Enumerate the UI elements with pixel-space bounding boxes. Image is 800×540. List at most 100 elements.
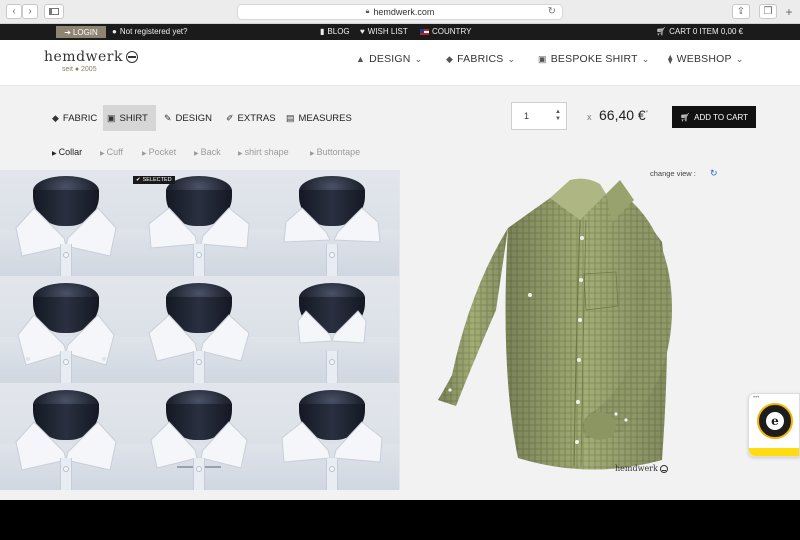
configurator: ◆ FABRIC ▣ SHIRT ✎ DESIGN ✐ EXTRAS ▤ MEA… — [0, 86, 800, 500]
tab-extras-label: EXTRAS — [237, 112, 276, 124]
chevron-down-icon: ⌄ — [641, 53, 650, 64]
preview-brand-text: hemdwerk — [615, 464, 658, 473]
price-value: 66,40 € — [599, 107, 646, 123]
screen-border — [0, 500, 800, 540]
register-link[interactable]: ● Not registered yet? — [112, 27, 187, 36]
trusted-seal-icon: e — [757, 403, 793, 439]
caret-right-icon: ▶ — [194, 151, 199, 157]
caret-right-icon: ▶ — [100, 151, 105, 157]
selected-badge-label: SELECTED — [142, 177, 172, 183]
country-select[interactable]: COUNTRY — [420, 27, 471, 36]
collar-option[interactable] — [266, 277, 399, 383]
blog-label: BLOG — [327, 27, 350, 36]
login-button[interactable]: ➔ LOGIN — [56, 26, 106, 38]
tab-design[interactable]: ✎ DESIGN — [160, 105, 216, 131]
login-label: LOGIN — [72, 27, 98, 37]
nav-design[interactable]: ▲ DESIGN ⌄ — [356, 53, 422, 65]
tab-measures[interactable]: ▤ MEASURES — [282, 105, 356, 131]
quantity-value: 1 — [524, 111, 530, 121]
collar-option[interactable] — [0, 384, 133, 490]
tie-icon: ⧫ — [668, 53, 673, 64]
tab-measures-label: MEASURES — [298, 112, 352, 124]
pin-icon: ✐ — [226, 112, 234, 123]
rotate-view-icon[interactable]: ↻ — [710, 168, 718, 179]
tab-extras[interactable]: ✐ EXTRAS — [222, 105, 280, 131]
reload-icon[interactable]: ↻ — [548, 6, 556, 17]
logo-text: hemdwerk — [44, 49, 123, 65]
trusted-stripe — [749, 448, 799, 456]
sub-option-label: Back — [200, 147, 221, 157]
change-view-label: change view : — [650, 169, 696, 178]
shirt-icon: ▣ — [107, 112, 116, 123]
sub-option-back[interactable]: ▶ Back — [194, 147, 221, 157]
shirt-3d-image — [438, 178, 672, 470]
collar-option[interactable] — [0, 170, 133, 276]
plus-icon: + — [785, 4, 793, 19]
sidebar-button[interactable] — [44, 4, 64, 19]
chevron-left-icon: ‹ — [12, 5, 16, 17]
cart-link[interactable]: 🛒︎ CART 0 ITEM 0,00 € — [656, 27, 743, 36]
share-button[interactable]: ⇪ — [732, 4, 750, 19]
hat-icon: ▲ — [356, 54, 366, 64]
sidebar-icon — [49, 8, 59, 15]
sub-option-collar[interactable]: ▶ Collar — [52, 147, 82, 157]
tab-design-label: DESIGN — [175, 112, 212, 124]
shirt-preview[interactable] — [400, 170, 800, 490]
design-icon: ✎ — [164, 112, 172, 123]
sub-option-pocket[interactable]: ▶ Pocket — [142, 147, 176, 157]
sub-option-buttontape[interactable]: ▶ Buttontape — [310, 147, 360, 157]
tabs-button[interactable]: ❐ — [759, 4, 777, 19]
sub-option-label: Buttontape — [316, 147, 361, 157]
chevron-down-icon: ⌄ — [507, 53, 516, 64]
logo-mark-icon — [125, 51, 138, 63]
tab-fabric[interactable]: ◆ FABRIC — [48, 105, 101, 131]
blog-link[interactable]: ▮ BLOG — [320, 27, 350, 36]
nav-bespoke-shirt[interactable]: ▣ BESPOKE SHIRT ⌄ — [538, 53, 649, 65]
back-button[interactable]: ‹ — [6, 4, 22, 19]
sub-option-cuff[interactable]: ▶ Cuff — [100, 147, 123, 157]
logo[interactable]: hemdwerk seit ● 2005 — [44, 49, 138, 73]
collar-option[interactable] — [266, 384, 399, 490]
site-header: hemdwerk seit ● 2005 ▲ DESIGN ⌄ ◆ FABRIC… — [0, 40, 800, 86]
nav-design-label: DESIGN — [369, 53, 411, 65]
new-tab-button[interactable]: + — [782, 4, 796, 19]
cart-label: CART 0 ITEM 0,00 € — [669, 27, 744, 36]
forward-button[interactable]: › — [22, 4, 38, 19]
chevron-down-icon: ⌄ — [414, 53, 423, 64]
nav-webshop-label: WEBSHOP — [676, 53, 732, 65]
caret-right-icon: ▶ — [52, 151, 57, 157]
add-to-cart-label: ADD TO CART — [694, 112, 748, 122]
wishlist-label: WISH LIST — [367, 27, 408, 36]
collar-option[interactable] — [133, 277, 266, 383]
tab-shirt[interactable]: ▣ SHIRT — [103, 105, 156, 131]
quantity-stepper[interactable]: 1 ▲ ▼ — [511, 102, 567, 130]
trusted-shops-badge[interactable]: ••• e — [748, 393, 800, 457]
collar-option[interactable] — [133, 384, 266, 490]
page: ‹ › 🔒︎ hemdwerk.com ↻ ⇪ ❐ + ➔ LOGIN ● No… — [0, 0, 800, 540]
chevron-right-icon: › — [28, 5, 32, 17]
cart-icon: 🛒︎ — [680, 112, 691, 122]
collar-option[interactable] — [266, 170, 399, 276]
sub-option-label: shirt shape — [244, 147, 289, 157]
chevron-down-icon: ⌄ — [735, 53, 744, 64]
register-label: Not registered yet? — [119, 27, 188, 36]
address-bar[interactable]: 🔒︎ hemdwerk.com ↻ — [237, 4, 563, 20]
heart-icon: ♥ — [360, 27, 365, 36]
login-icon: ➔ — [64, 27, 71, 37]
nav-fabrics[interactable]: ◆ FABRICS ⌄ — [446, 53, 515, 65]
wishlist-link[interactable]: ♥ WISH LIST — [360, 27, 408, 36]
selected-badge: ✔ SELECTED — [133, 176, 175, 184]
nav-bespoke-label: BESPOKE SHIRT — [550, 53, 638, 65]
collar-option[interactable] — [0, 277, 133, 383]
tabs-icon: ❐ — [763, 5, 773, 17]
nav-fabrics-label: FABRICS — [457, 53, 504, 65]
stepper-arrows-icon[interactable]: ▲ ▼ — [555, 109, 561, 123]
nav-webshop[interactable]: ⧫ WEBSHOP ⌄ — [668, 53, 743, 65]
add-to-cart-button[interactable]: 🛒︎ ADD TO CART — [672, 106, 756, 128]
caret-right-icon: ▶ — [310, 151, 315, 157]
sub-option-shirt-shape[interactable]: ▶ shirt shape — [238, 147, 289, 157]
check-icon: ✔ — [136, 177, 141, 183]
measure-icon: ▤ — [286, 112, 295, 123]
collar-option-selected[interactable] — [133, 170, 266, 276]
more-icon[interactable]: ••• — [753, 395, 759, 401]
